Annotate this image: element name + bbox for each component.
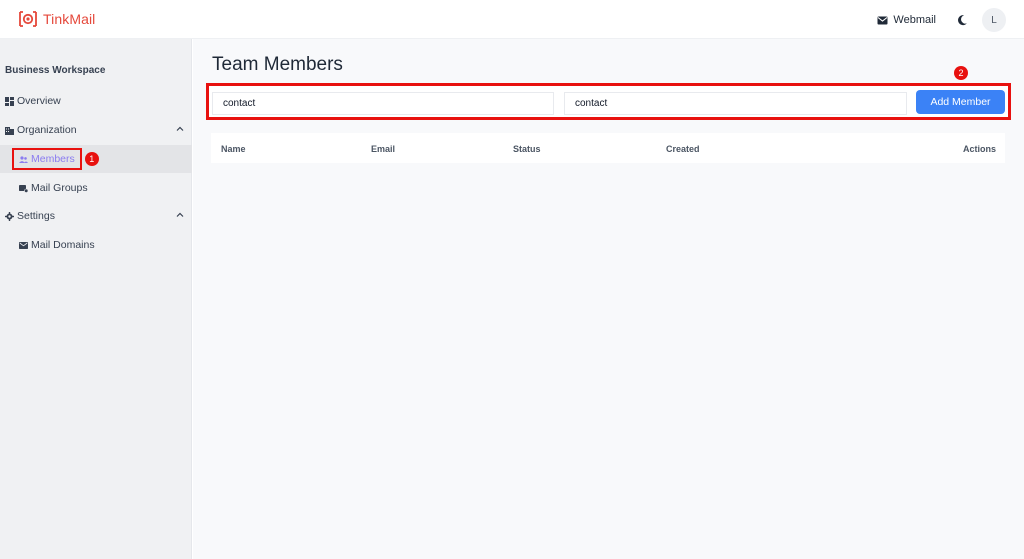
name-input[interactable]: contact — [212, 92, 554, 115]
add-member-button[interactable]: Add Member — [916, 90, 1005, 114]
sidebar: Business Workspace Overview Organization… — [0, 39, 192, 559]
annotation-badge: 1 — [84, 152, 99, 166]
mail-group-icon — [19, 184, 28, 193]
brand-logo[interactable]: TinkMail — [18, 9, 95, 29]
moon-icon[interactable] — [955, 13, 969, 27]
sidebar-item-members[interactable]: Members 1 — [0, 145, 192, 173]
main-content: Team Members contact contact Add Member … — [193, 39, 1024, 559]
sidebar-item-settings[interactable]: Settings — [0, 202, 192, 230]
members-table: Name Email Status Created Actions — [211, 133, 1005, 163]
workspace-title: Business Workspace — [5, 65, 106, 76]
sidebar-item-organization[interactable]: Organization — [0, 116, 192, 144]
webmail-label: Webmail — [893, 14, 936, 26]
email-input[interactable]: contact — [564, 92, 907, 115]
members-highlight: Members — [12, 148, 82, 170]
sidebar-item-mail-domains[interactable]: Mail Domains — [0, 231, 192, 259]
sidebar-item-label: Members — [31, 153, 75, 165]
column-header-created: Created — [666, 144, 700, 154]
brand-name: TinkMail — [43, 11, 96, 27]
top-bar: TinkMail Webmail L — [0, 0, 1024, 39]
page-title: Team Members — [212, 54, 343, 75]
sidebar-item-mail-groups[interactable]: Mail Groups — [0, 174, 192, 202]
building-icon — [5, 126, 14, 135]
users-icon — [19, 155, 28, 163]
chevron-up-icon — [176, 126, 184, 131]
webmail-link[interactable]: Webmail — [877, 14, 936, 26]
sidebar-item-label: Mail Groups — [31, 182, 88, 194]
mail-icon — [877, 16, 888, 24]
annotation-badge: 2 — [954, 66, 968, 80]
avatar[interactable]: L — [982, 8, 1006, 32]
sidebar-item-label: Organization — [17, 124, 77, 136]
dashboard-icon — [5, 96, 14, 106]
column-header-actions: Actions — [962, 144, 996, 154]
sidebar-item-label: Overview — [17, 95, 61, 107]
column-header-email: Email — [371, 144, 396, 154]
chevron-up-icon — [176, 212, 184, 217]
domain-icon — [19, 241, 28, 249]
add-member-form: contact contact Add Member — [206, 83, 1011, 120]
gear-icon — [5, 211, 14, 221]
sidebar-item-overview[interactable]: Overview — [0, 87, 192, 115]
logo-icon — [19, 11, 37, 27]
sidebar-item-label: Mail Domains — [31, 239, 95, 251]
column-header-status: Status — [513, 144, 541, 154]
column-header-name: Name — [221, 144, 246, 154]
sidebar-item-label: Settings — [17, 210, 55, 222]
